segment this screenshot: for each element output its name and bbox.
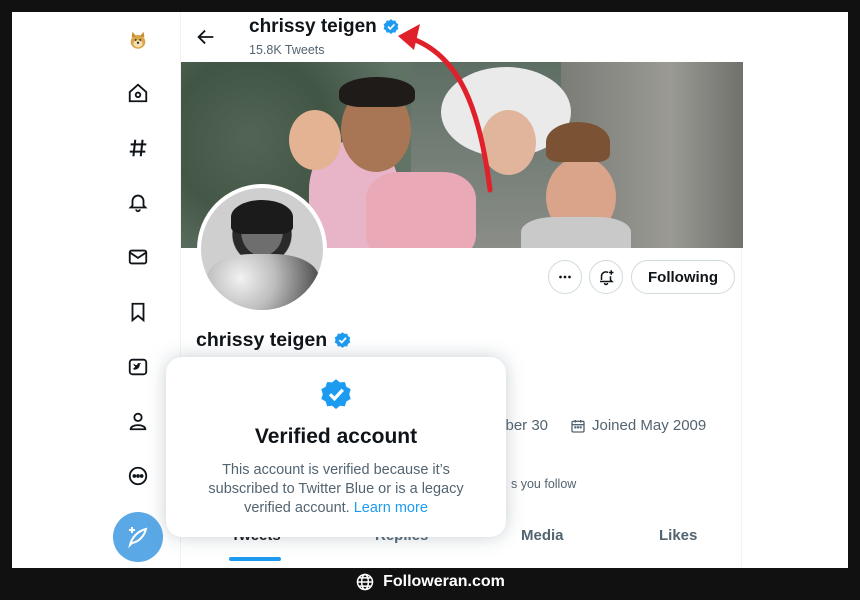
profile-name: chrissy teigen: [196, 329, 352, 352]
profile-name-text: chrissy teigen: [196, 329, 328, 351]
verified-badge-icon[interactable]: [333, 331, 352, 350]
verified-badge-icon[interactable]: [382, 18, 400, 36]
learn-more-link[interactable]: Learn more: [354, 500, 428, 516]
tweet-count: 15.8K Tweets: [249, 43, 325, 57]
screen: chrissy teigen 15.8K Tweets Following ch…: [12, 12, 848, 568]
banner-person-boy-shirt: [521, 217, 631, 248]
header-name-text: chrissy teigen: [249, 16, 377, 37]
popup-title: Verified account: [254, 425, 418, 448]
tab-media[interactable]: Media: [521, 527, 564, 544]
joined-date: Joined May 2009: [570, 417, 706, 434]
doge-logo-icon[interactable]: [122, 24, 154, 56]
bell-plus-icon: [600, 270, 614, 286]
banner-person-woman: [481, 110, 536, 175]
back-arrow-icon[interactable]: [195, 26, 217, 48]
globe-icon: [356, 573, 374, 591]
bookmark-icon[interactable]: [122, 296, 154, 328]
device-frame: chrissy teigen 15.8K Tweets Following ch…: [0, 0, 860, 600]
banner-person-girl: [289, 110, 341, 170]
brand-text: Followeran.com: [383, 573, 505, 590]
brand-watermark: Followeran.com: [0, 568, 860, 596]
avatar-photo: [201, 188, 323, 310]
notifications-button[interactable]: [589, 260, 623, 294]
popup-description: This account is verified because it’s su…: [196, 461, 476, 518]
tab-likes[interactable]: Likes: [659, 527, 697, 544]
calendar-icon: [571, 419, 585, 433]
profile-icon[interactable]: [122, 405, 154, 437]
profile-avatar[interactable]: [197, 184, 327, 314]
verified-badge-icon: [321, 379, 351, 409]
compose-button[interactable]: [113, 512, 163, 562]
compose-icon: [128, 527, 148, 549]
mail-icon[interactable]: [122, 241, 154, 273]
verified-account-popup: Verified account This account is verifie…: [166, 357, 506, 537]
following-button[interactable]: Following: [631, 260, 735, 294]
banner-person-boy-hair: [546, 122, 610, 162]
bell-icon[interactable]: [122, 186, 154, 218]
followers-you-follow[interactable]: s you follow: [511, 477, 576, 491]
twitter-blue-icon[interactable]: [122, 351, 154, 383]
more-icon[interactable]: [122, 460, 154, 492]
banner-person-man-jacket: [366, 172, 476, 248]
joined-text: Joined May 2009: [592, 417, 707, 434]
more-options-button[interactable]: [548, 260, 582, 294]
home-icon[interactable]: [122, 77, 154, 109]
active-tab-indicator: [229, 557, 281, 561]
header-name: chrissy teigen: [249, 16, 400, 38]
hashtag-icon[interactable]: [122, 132, 154, 164]
banner-person-man-hair: [339, 77, 415, 107]
profile-header-bar: chrissy teigen 15.8K Tweets: [181, 12, 743, 62]
ellipsis-icon: [559, 275, 571, 279]
